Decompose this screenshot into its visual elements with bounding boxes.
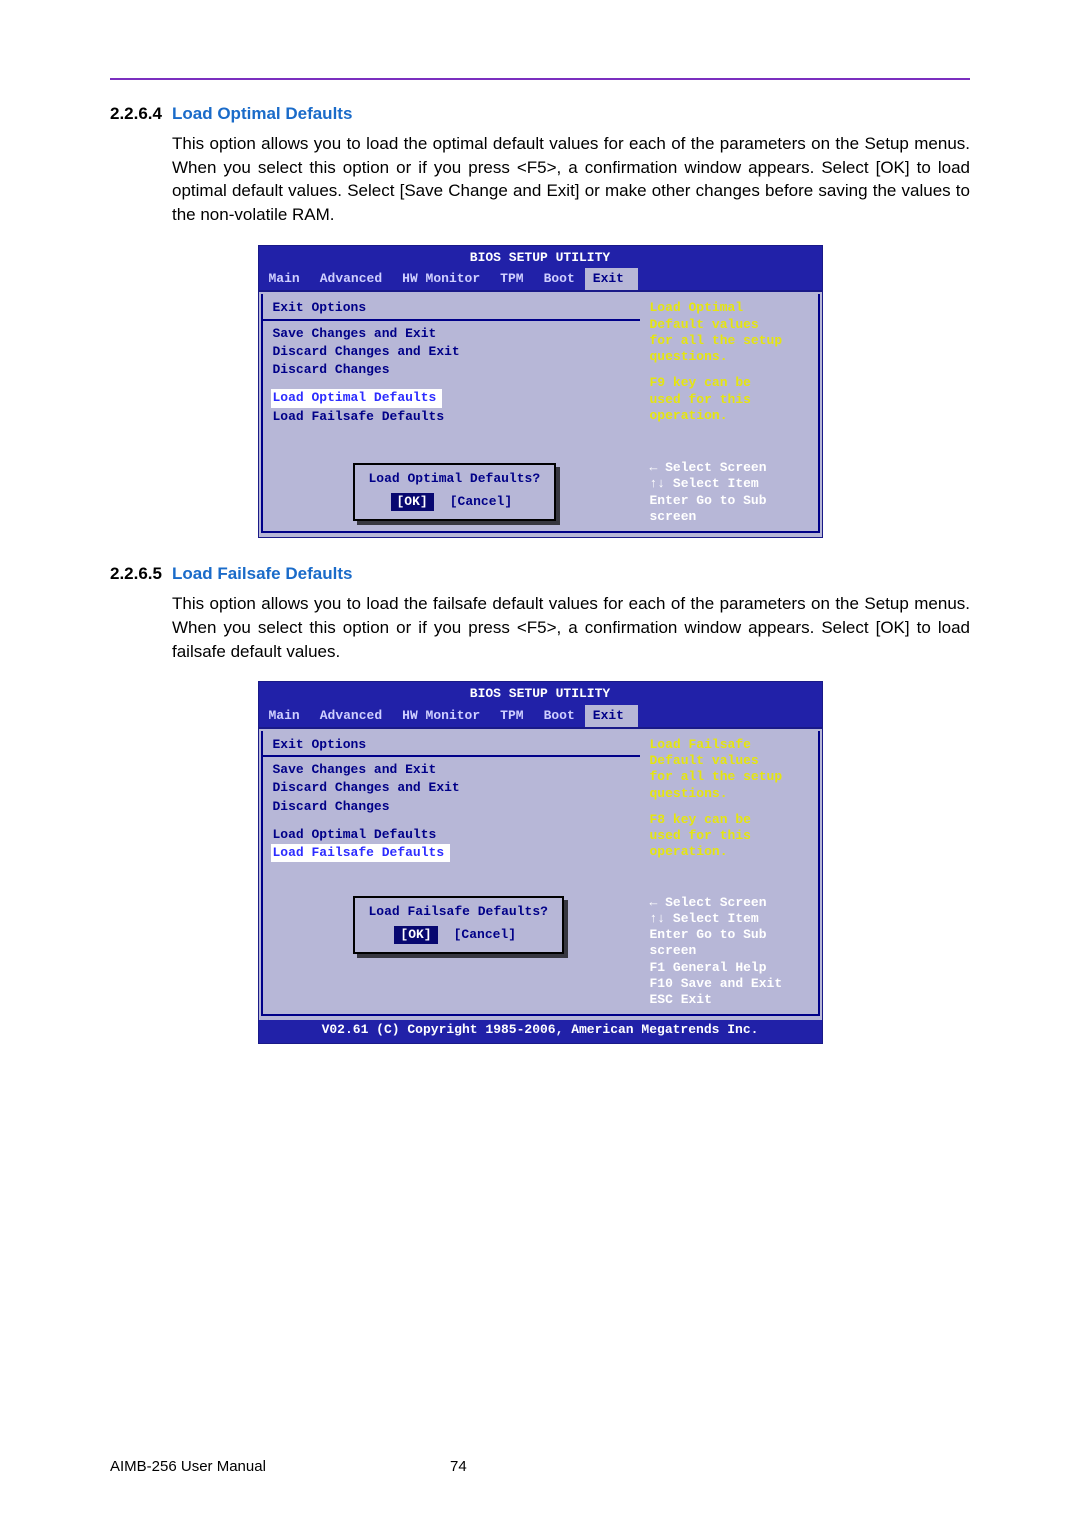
bios-left-panel: Exit Options Save Changes and Exit Disca… bbox=[261, 294, 640, 533]
bios-copyright: V02.61 (C) Copyright 1985-2006, American… bbox=[259, 1020, 822, 1042]
section-number: 2.2.6.4 bbox=[110, 102, 172, 126]
help-line: questions. bbox=[650, 786, 810, 802]
nav-enter: Enter Go to Sub bbox=[650, 927, 810, 943]
opt-load-optimal[interactable]: Load Optimal Defaults bbox=[271, 389, 443, 407]
tab-tpm[interactable]: TPM bbox=[490, 705, 533, 727]
dialog-message: Load Failsafe Defaults? bbox=[369, 904, 548, 920]
bios-title: BIOS SETUP UTILITY bbox=[259, 682, 822, 704]
exit-options-heading: Exit Options bbox=[273, 737, 630, 753]
help-line: operation. bbox=[650, 408, 810, 424]
help-line: Load Failsafe bbox=[650, 737, 810, 753]
tab-advanced[interactable]: Advanced bbox=[310, 705, 392, 727]
left-divider bbox=[263, 755, 640, 757]
footer-page-number: 74 bbox=[450, 1456, 467, 1477]
tab-boot[interactable]: Boot bbox=[534, 705, 585, 727]
ok-button[interactable]: [OK] bbox=[394, 926, 437, 944]
section-heading-optimal: 2.2.6.4 Load Optimal Defaults bbox=[110, 102, 970, 126]
help-line: for all the setup bbox=[650, 333, 810, 349]
page-footer: AIMB-256 User Manual 74 bbox=[0, 1456, 1080, 1477]
bios-help-panel: Load Optimal Default values for all the … bbox=[640, 294, 820, 533]
section-body: This option allows you to load the fails… bbox=[172, 592, 970, 663]
tab-hw-monitor[interactable]: HW Monitor bbox=[392, 705, 490, 727]
section-title: Load Optimal Defaults bbox=[172, 102, 352, 126]
nav-screen: screen bbox=[650, 943, 810, 959]
dialog-message: Load Optimal Defaults? bbox=[369, 471, 541, 487]
help-line: F9 key can be bbox=[650, 375, 810, 391]
opt-save-exit[interactable]: Save Changes and Exit bbox=[273, 325, 630, 343]
nav-enter: Enter Go to Sub bbox=[650, 493, 810, 509]
nav-select-item: ↑↓ Select Item bbox=[650, 911, 810, 927]
exit-options-heading: Exit Options bbox=[273, 300, 630, 316]
help-line: used for this bbox=[650, 828, 810, 844]
tab-boot[interactable]: Boot bbox=[534, 268, 585, 290]
bios-tabs: Main Advanced HW Monitor TPM Boot Exit bbox=[259, 268, 822, 290]
nav-f1: F1 General Help bbox=[650, 960, 810, 976]
bios-title: BIOS SETUP UTILITY bbox=[259, 246, 822, 268]
tab-main[interactable]: Main bbox=[259, 268, 310, 290]
help-line: questions. bbox=[650, 349, 810, 365]
help-line: used for this bbox=[650, 392, 810, 408]
opt-discard[interactable]: Discard Changes bbox=[273, 798, 630, 816]
opt-load-failsafe[interactable]: Load Failsafe Defaults bbox=[271, 844, 451, 862]
opt-load-optimal[interactable]: Load Optimal Defaults bbox=[273, 826, 630, 844]
opt-save-exit[interactable]: Save Changes and Exit bbox=[273, 761, 630, 779]
cancel-button[interactable]: [Cancel] bbox=[444, 493, 518, 511]
section-title: Load Failsafe Defaults bbox=[172, 562, 352, 586]
tab-hw-monitor[interactable]: HW Monitor bbox=[392, 268, 490, 290]
tab-main[interactable]: Main bbox=[259, 705, 310, 727]
tab-tpm[interactable]: TPM bbox=[490, 268, 533, 290]
help-line: Default values bbox=[650, 753, 810, 769]
help-line: for all the setup bbox=[650, 769, 810, 785]
nav-esc: ESC Exit bbox=[650, 992, 810, 1008]
nav-select-screen: ← Select Screen bbox=[650, 460, 810, 476]
footer-manual-name: AIMB-256 User Manual bbox=[110, 1456, 450, 1477]
bios-left-panel: Exit Options Save Changes and Exit Disca… bbox=[261, 731, 640, 1017]
top-divider bbox=[110, 78, 970, 80]
bios-screenshot-failsafe: BIOS SETUP UTILITY Main Advanced HW Moni… bbox=[258, 681, 823, 1043]
section-body: This option allows you to load the optim… bbox=[172, 132, 970, 227]
opt-discard-exit[interactable]: Discard Changes and Exit bbox=[273, 343, 630, 361]
confirm-dialog-failsafe: Load Failsafe Defaults? [OK] [Cancel] bbox=[353, 896, 564, 955]
bios-screenshot-optimal: BIOS SETUP UTILITY Main Advanced HW Moni… bbox=[258, 245, 823, 538]
bios-help-panel: Load Failsafe Default values for all the… bbox=[640, 731, 820, 1017]
tab-advanced[interactable]: Advanced bbox=[310, 268, 392, 290]
confirm-dialog-optimal: Load Optimal Defaults? [OK] [Cancel] bbox=[353, 463, 557, 522]
nav-select-item: ↑↓ Select Item bbox=[650, 476, 810, 492]
help-line: operation. bbox=[650, 844, 810, 860]
tab-exit[interactable]: Exit bbox=[585, 705, 638, 727]
cancel-button[interactable]: [Cancel] bbox=[448, 926, 522, 944]
nav-f10: F10 Save and Exit bbox=[650, 976, 810, 992]
left-divider bbox=[263, 319, 640, 321]
nav-select-screen: ← Select Screen bbox=[650, 895, 810, 911]
section-number: 2.2.6.5 bbox=[110, 562, 172, 586]
nav-screen: screen bbox=[650, 509, 810, 525]
opt-discard[interactable]: Discard Changes bbox=[273, 361, 630, 379]
ok-button[interactable]: [OK] bbox=[391, 493, 434, 511]
tab-exit[interactable]: Exit bbox=[585, 268, 638, 290]
opt-discard-exit[interactable]: Discard Changes and Exit bbox=[273, 779, 630, 797]
bios-tabs: Main Advanced HW Monitor TPM Boot Exit bbox=[259, 705, 822, 727]
opt-load-failsafe[interactable]: Load Failsafe Defaults bbox=[273, 408, 630, 426]
section-heading-failsafe: 2.2.6.5 Load Failsafe Defaults bbox=[110, 562, 970, 586]
help-line: Default values bbox=[650, 317, 810, 333]
help-line: Load Optimal bbox=[650, 300, 810, 316]
help-line: F8 key can be bbox=[650, 812, 810, 828]
